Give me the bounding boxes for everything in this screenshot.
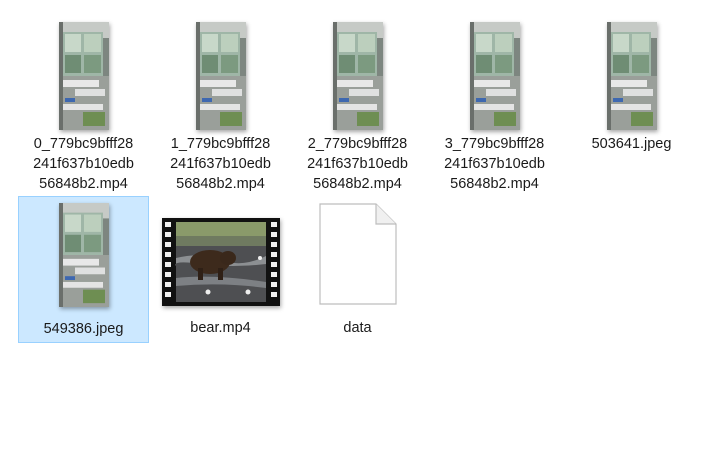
file-item-data[interactable]: data xyxy=(292,196,423,338)
classroom-photo-thumbnail-icon xyxy=(58,22,109,130)
file-name-label: data xyxy=(343,320,372,336)
classroom-photo-thumbnail-icon xyxy=(469,22,520,130)
file-name-label: 0_779bc9bfff28 241f637b10edb 56848b2.mp4 xyxy=(33,136,134,192)
classroom-photo-thumbnail-icon xyxy=(606,22,657,130)
file-item-2-mp4[interactable]: 2_779bc9bfff28 241f637b10edb 56848b2.mp4 xyxy=(292,8,423,194)
file-item-3-mp4[interactable]: 3_779bc9bfff28 241f637b10edb 56848b2.mp4 xyxy=(429,8,560,194)
file-name-label: 503641.jpeg xyxy=(591,136,672,152)
file-item-0-mp4[interactable]: 0_779bc9bfff28 241f637b10edb 56848b2.mp4 xyxy=(18,8,149,194)
file-name-label: 2_779bc9bfff28 241f637b10edb 56848b2.mp4 xyxy=(307,136,408,192)
file-name-label: 1_779bc9bfff28 241f637b10edb 56848b2.mp4 xyxy=(170,136,271,192)
blank-document-icon xyxy=(318,203,397,305)
classroom-photo-thumbnail-icon xyxy=(195,22,246,130)
file-item-549386-jpeg[interactable]: 549386.jpeg xyxy=(18,196,149,343)
file-grid: 0_779bc9bfff28 241f637b10edb 56848b2.mp4 1… xyxy=(0,0,703,474)
classroom-photo-thumbnail-icon xyxy=(58,203,109,307)
file-name-label: 549386.jpeg xyxy=(43,321,124,337)
file-name-label: 3_779bc9bfff28 241f637b10edb 56848b2.mp4 xyxy=(444,136,545,192)
file-item-1-mp4[interactable]: 1_779bc9bfff28 241f637b10edb 56848b2.mp4 xyxy=(155,8,286,194)
file-name-label: bear.mp4 xyxy=(190,320,251,336)
file-item-bear-mp4[interactable]: bear.mp4 xyxy=(155,196,286,338)
video-filmstrip-thumbnail-icon xyxy=(161,218,280,306)
file-item-503641-jpeg[interactable]: 503641.jpeg xyxy=(566,8,697,154)
classroom-photo-thumbnail-icon xyxy=(332,22,383,130)
